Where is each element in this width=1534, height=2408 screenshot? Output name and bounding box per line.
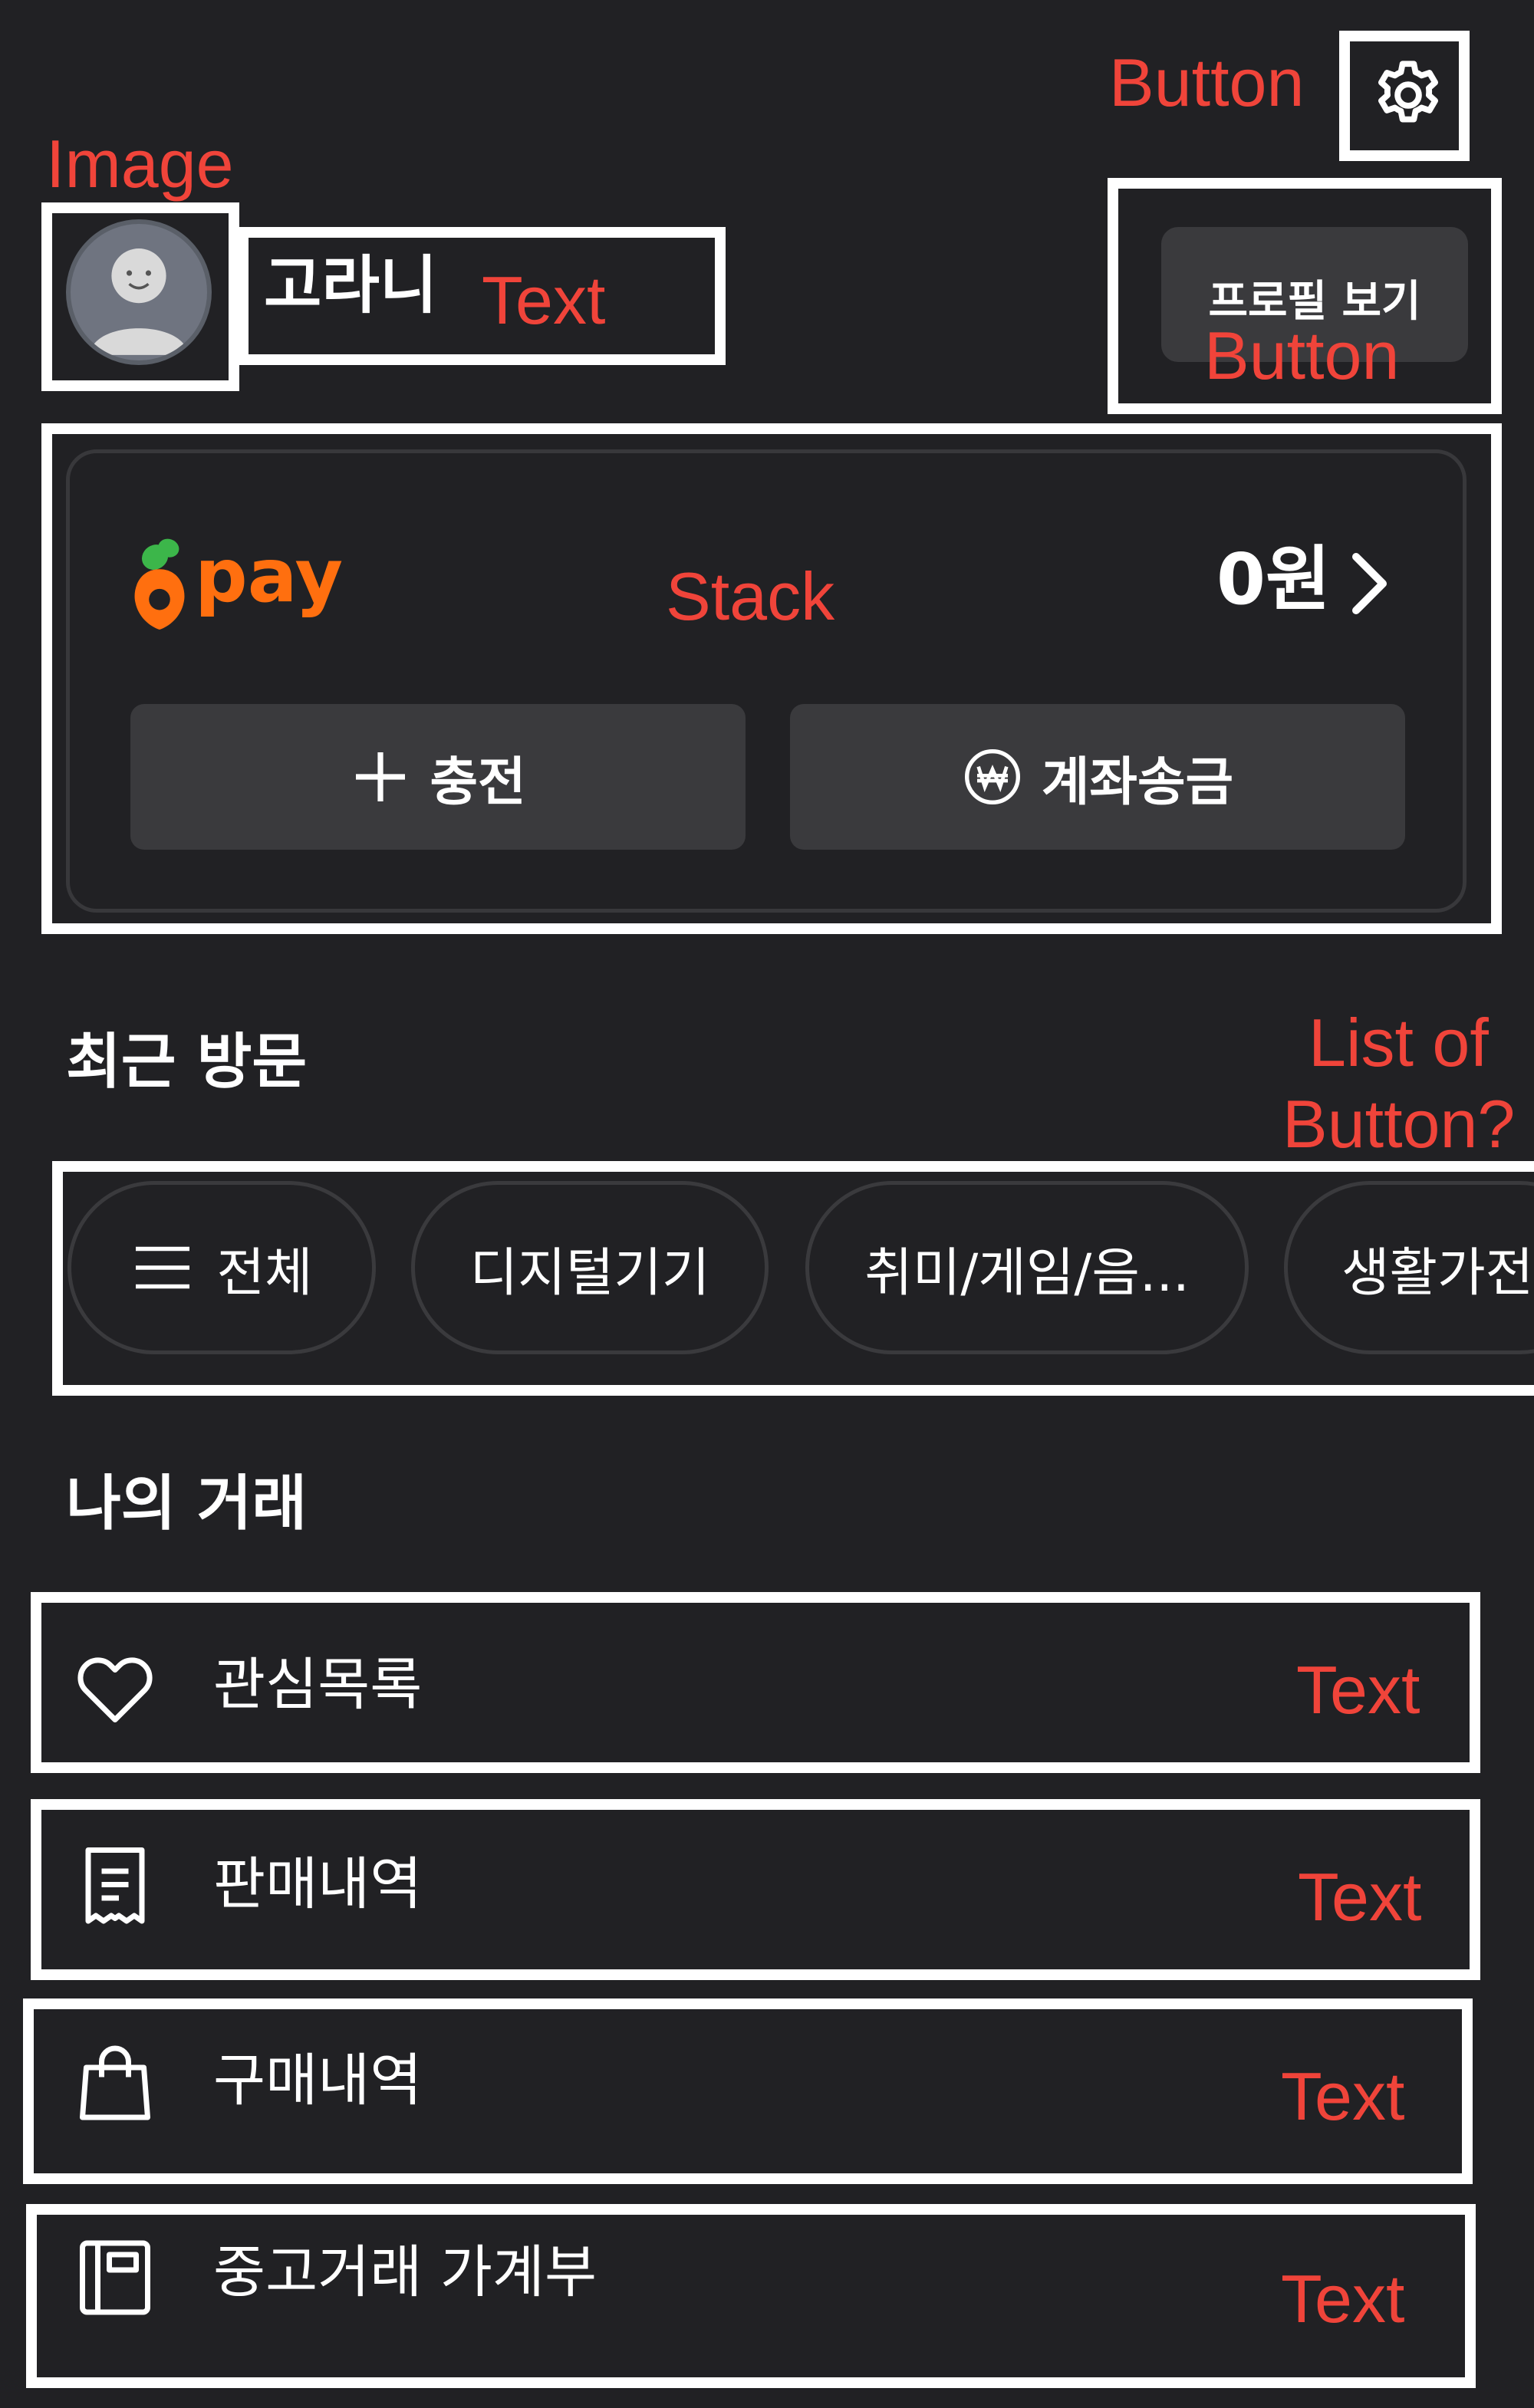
annotation-label-list-line1: List of bbox=[1309, 1005, 1489, 1081]
annotation-box-chip-list bbox=[52, 1161, 1534, 1396]
annotation-box-settings bbox=[1339, 31, 1470, 161]
annotation-box-image bbox=[41, 202, 239, 391]
annotation-label-list-line2: Button? bbox=[1282, 1086, 1516, 1162]
annotation-box-profile-button bbox=[1108, 178, 1502, 414]
annotation-box-row-1 bbox=[31, 1592, 1480, 1773]
annotation-box-row-4 bbox=[26, 2204, 1476, 2388]
annotation-label-image: Image bbox=[46, 126, 234, 202]
my-trades-title: 나의 거래 bbox=[66, 1469, 308, 1538]
annotation-label-settings: Button bbox=[1109, 44, 1305, 120]
annotation-box-pay-stack bbox=[41, 423, 1502, 934]
recent-visits-title: 최근 방문 bbox=[66, 1028, 308, 1097]
annotation-box-nickname bbox=[238, 227, 726, 365]
annotation-box-row-3 bbox=[23, 1998, 1473, 2184]
annotation-box-row-2 bbox=[31, 1799, 1480, 1980]
